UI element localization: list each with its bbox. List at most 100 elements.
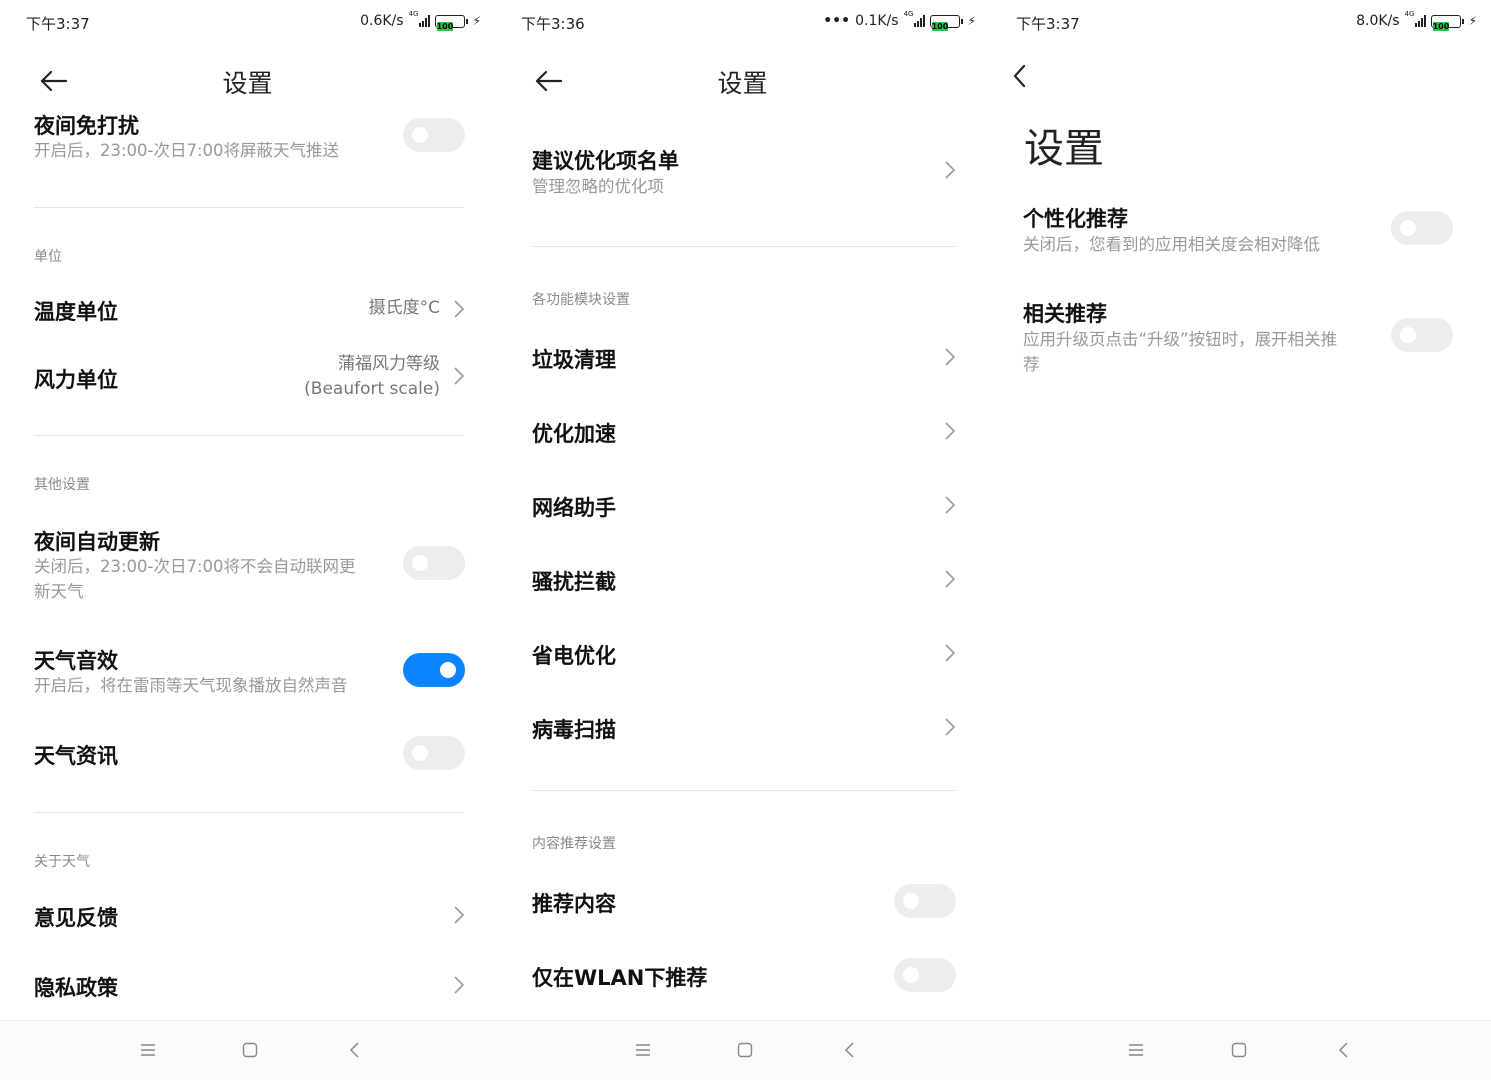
network-speed: 8.0K/s (1356, 13, 1400, 29)
menu-icon[interactable] (1127, 1041, 1145, 1059)
wlan-only-toggle[interactable] (894, 958, 956, 992)
status-bar: 下午3:37 0.6K/s 4G 100 ⚡ (0, 0, 495, 44)
section-modules: 各功能模块设置 (532, 292, 630, 308)
temp-unit-value: 摄氏度°C (368, 298, 440, 318)
status-right: 8.0K/s 4G 100 ⚡ (1356, 10, 1477, 31)
page-title: 设置 (1024, 126, 1104, 172)
divider (34, 207, 464, 208)
section-recommend: 内容推荐设置 (532, 836, 616, 852)
night-dnd-title: 夜间免打扰 (34, 114, 139, 138)
related-subtitle-1: 应用升级页点击“升级”按钮时，展开相关推 (1023, 330, 1338, 349)
status-right: ••• 0.1K/s 4G 100 ⚡ (823, 10, 976, 31)
chevron-right-icon[interactable] (945, 644, 955, 662)
chevron-right-icon[interactable] (454, 976, 464, 994)
app-header: 设置 (495, 52, 990, 110)
chevron-right-icon[interactable] (945, 496, 955, 514)
harass-block-title: 骚扰拦截 (532, 570, 616, 594)
junk-clean-title: 垃圾清理 (532, 348, 616, 372)
weather-news-title: 天气资讯 (34, 744, 118, 768)
status-time: 下午3:37 (1016, 15, 1080, 33)
wlan-only-title: 仅在WLAN下推荐 (532, 966, 708, 990)
app-header: 设置 (0, 52, 495, 110)
recommend-content-title: 推荐内容 (532, 892, 616, 916)
signal-icon: 4G (904, 10, 925, 27)
page-title: 设置 (222, 69, 273, 98)
home-icon[interactable] (1230, 1041, 1248, 1059)
chevron-right-icon[interactable] (945, 422, 955, 440)
signal-icon: 4G (1405, 10, 1426, 27)
menu-icon[interactable] (139, 1041, 157, 1059)
chevron-right-icon[interactable] (454, 367, 464, 385)
back-icon[interactable] (841, 1041, 859, 1059)
night-dnd-subtitle: 开启后，23:00-次日7:00将屏蔽天气推送 (34, 141, 340, 160)
wind-unit-title: 风力单位 (34, 368, 118, 392)
battery-icon: 100 (434, 14, 468, 31)
back-icon[interactable] (346, 1041, 364, 1059)
charging-icon: ⚡ (967, 14, 976, 28)
section-units: 单位 (34, 249, 62, 265)
signal-icon: 4G (409, 10, 430, 27)
weather-settings-screen: 下午3:37 0.6K/s 4G 100 ⚡ 设置 夜间免打扰 开启后，23:0… (0, 0, 495, 1080)
night-update-subtitle-1: 关闭后，23:00-次日7:00将不会自动联网更 (34, 557, 356, 576)
weather-sound-title: 天气音效 (34, 649, 118, 673)
appstore-settings-screen: 下午3:37 8.0K/s 4G 100 ⚡ 设置 个性化推荐 关闭后，您看到的… (990, 0, 1491, 1080)
power-save-title: 省电优化 (532, 644, 616, 668)
battery-icon: 100 (929, 14, 963, 31)
more-dots-icon: ••• (823, 13, 851, 29)
network-speed: 0.1K/s (855, 13, 899, 29)
battery-icon: 100 (1430, 14, 1464, 31)
section-other: 其他设置 (34, 477, 90, 493)
chevron-right-icon[interactable] (945, 161, 955, 179)
night-update-title: 夜间自动更新 (34, 530, 160, 554)
navigation-bar (495, 1020, 990, 1080)
menu-icon[interactable] (634, 1041, 652, 1059)
divider (34, 435, 464, 436)
security-settings-screen: 下午3:36 ••• 0.1K/s 4G 100 ⚡ 设置 建议优化项名单 管理… (495, 0, 990, 1080)
privacy-title: 隐私政策 (34, 976, 118, 1000)
navigation-bar (0, 1020, 495, 1080)
suggest-list-title: 建议优化项名单 (532, 149, 679, 173)
wind-unit-value-1: 蒲福风力等级 (338, 354, 440, 374)
weather-sound-toggle[interactable] (403, 653, 465, 687)
weather-sound-subtitle: 开启后，将在雷雨等天气现象播放自然声音 (34, 676, 348, 695)
chevron-left-icon[interactable] (1012, 64, 1026, 88)
page-title: 设置 (717, 69, 768, 98)
home-icon[interactable] (736, 1041, 754, 1059)
chevron-right-icon[interactable] (454, 300, 464, 318)
status-right: 0.6K/s 4G 100 ⚡ (360, 10, 481, 31)
personalized-toggle[interactable] (1391, 211, 1453, 245)
chevron-right-icon[interactable] (945, 718, 955, 736)
charging-icon: ⚡ (1468, 14, 1477, 28)
status-bar: 下午3:36 ••• 0.1K/s 4G 100 ⚡ (495, 0, 990, 44)
chevron-right-icon[interactable] (945, 570, 955, 588)
divider (532, 246, 957, 247)
related-subtitle-2: 荐 (1023, 355, 1040, 374)
status-time: 下午3:37 (26, 15, 90, 33)
divider (34, 812, 464, 813)
status-time: 下午3:36 (521, 15, 585, 33)
wind-unit-value-2: (Beaufort scale) (304, 379, 440, 399)
feedback-title: 意见反馈 (34, 906, 118, 930)
virus-scan-title: 病毒扫描 (532, 718, 616, 742)
night-dnd-toggle[interactable] (403, 118, 465, 152)
suggest-list-subtitle: 管理忽略的优化项 (532, 177, 664, 196)
personalized-title: 个性化推荐 (1023, 207, 1128, 231)
related-toggle[interactable] (1391, 318, 1453, 352)
chevron-right-icon[interactable] (454, 906, 464, 924)
navigation-bar (990, 1020, 1491, 1080)
recommend-content-toggle[interactable] (894, 884, 956, 918)
speed-up-title: 优化加速 (532, 422, 616, 446)
net-assist-title: 网络助手 (532, 496, 616, 520)
section-about: 关于天气 (34, 854, 90, 870)
personalized-subtitle: 关闭后，您看到的应用相关度会相对降低 (1023, 235, 1320, 254)
related-title: 相关推荐 (1023, 302, 1107, 326)
temp-unit-title: 温度单位 (34, 300, 118, 324)
status-bar: 下午3:37 8.0K/s 4G 100 ⚡ (990, 0, 1491, 44)
network-speed: 0.6K/s (360, 13, 404, 29)
chevron-right-icon[interactable] (945, 348, 955, 366)
divider (532, 790, 957, 791)
home-icon[interactable] (241, 1041, 259, 1059)
back-icon[interactable] (1335, 1041, 1353, 1059)
night-update-toggle[interactable] (403, 546, 465, 580)
weather-news-toggle[interactable] (403, 736, 465, 770)
